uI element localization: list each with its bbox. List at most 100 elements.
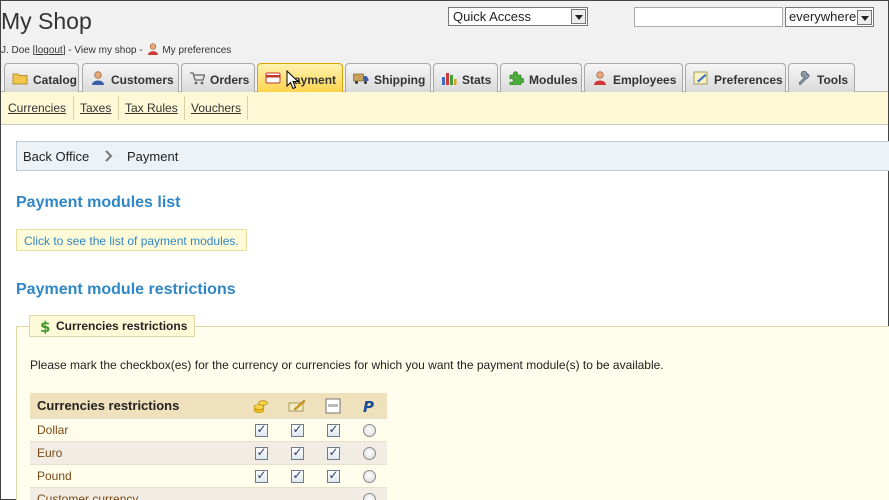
my-preferences-link[interactable]: My preferences: [162, 45, 231, 56]
currency-name: Pound: [30, 463, 243, 487]
tab-label: Shipping: [374, 73, 426, 87]
logout-link[interactable]: logout: [35, 45, 62, 56]
currencies-restrictions-table: Currencies restrictions P Dollar Euro Po…: [30, 393, 387, 500]
tab-label: Orders: [210, 73, 250, 87]
tab-label: Stats: [462, 73, 492, 87]
coins-icon: [253, 399, 268, 413]
tab-label: Tools: [817, 73, 849, 87]
tab-catalog[interactable]: Catalog: [4, 63, 79, 92]
breadcrumb-home[interactable]: Back Office: [23, 149, 89, 164]
customer-icon: [92, 71, 104, 85]
subtab-currencies[interactable]: Currencies: [8, 101, 66, 115]
currency-name: Euro: [30, 440, 243, 464]
checkbox[interactable]: [326, 422, 340, 437]
table-header-row: Currencies restrictions P: [30, 393, 387, 418]
checkbox[interactable]: [254, 468, 268, 483]
search-input[interactable]: [634, 7, 783, 27]
tab-label: Preferences: [714, 73, 783, 87]
puzzle-icon: [509, 71, 524, 85]
user-name: J. Doe [: [1, 45, 36, 56]
radio-button[interactable]: [362, 492, 376, 500]
checkbox[interactable]: [254, 445, 268, 460]
legend-label: Currencies restrictions: [56, 319, 188, 333]
search-scope-select[interactable]: everywhere: [785, 7, 874, 27]
chevron-right-icon: [105, 150, 113, 162]
wrench-icon: [798, 71, 810, 85]
checkbox[interactable]: [290, 468, 304, 483]
payment-modules-list-link[interactable]: Click to see the list of payment modules…: [16, 229, 247, 251]
truck-icon: [353, 73, 369, 84]
breadcrumb: Back Office Payment: [16, 141, 889, 171]
payment-module-restrictions-title: Payment module restrictions: [16, 281, 236, 298]
module-column-coins: [243, 393, 279, 418]
bankwire-icon: [325, 398, 341, 413]
module-column-check: [279, 393, 315, 418]
employee-icon: [594, 71, 606, 85]
check-payment-icon: [288, 399, 306, 411]
dollar-icon: $: [40, 319, 50, 334]
mouse-cursor-icon: [286, 70, 300, 90]
tab-label: Catalog: [33, 73, 78, 87]
breadcrumb-current: Payment: [127, 149, 179, 164]
tab-tools[interactable]: Tools: [788, 63, 855, 92]
checkbox[interactable]: [290, 422, 304, 437]
tab-stats[interactable]: Stats: [433, 63, 498, 92]
checkbox[interactable]: [290, 445, 304, 460]
subtab-divider: [118, 96, 119, 120]
header-bar: My Shop J. Doe [logout] - View my shop -…: [1, 1, 888, 63]
shop-title: My Shop: [1, 8, 92, 34]
subtab-divider: [247, 96, 248, 120]
table-row: Pound: [30, 463, 387, 487]
user-line: J. Doe [logout] - View my shop - My pref…: [1, 43, 231, 56]
subtab-vouchers[interactable]: Vouchers: [191, 101, 241, 115]
restrictions-instruction: Please mark the checkbox(es) for the cur…: [30, 358, 664, 372]
currency-name: Customer currency: [30, 486, 243, 500]
chevron-down-icon[interactable]: [857, 10, 872, 25]
chart-icon: [442, 73, 457, 85]
radio-button[interactable]: [362, 446, 376, 460]
sub-tabs: Currencies Taxes Tax Rules Vouchers: [1, 92, 888, 125]
payment-modules-list-title: Payment modules list: [16, 194, 181, 211]
search-scope-value: everywhere: [789, 9, 857, 24]
svg-text:P: P: [363, 398, 374, 414]
table-header-label: Currencies restrictions: [30, 393, 243, 418]
folder-icon: [12, 73, 28, 85]
quick-access-value: Quick Access: [453, 9, 532, 24]
subtab-taxes[interactable]: Taxes: [80, 101, 111, 115]
cart-icon: [190, 72, 205, 85]
currency-name: Dollar: [30, 417, 243, 441]
tab-employees[interactable]: Employees: [584, 63, 683, 92]
subtab-divider: [184, 96, 185, 120]
tab-payment[interactable]: Payment: [257, 63, 343, 93]
tab-orders[interactable]: Orders: [181, 63, 255, 92]
table-row: Customer currency: [30, 486, 387, 500]
view-shop-link[interactable]: ] - View my shop -: [63, 45, 146, 56]
tab-preferences[interactable]: Preferences: [685, 63, 786, 92]
user-preferences-icon: [148, 43, 159, 55]
subtab-tax-rules[interactable]: Tax Rules: [125, 101, 178, 115]
tab-shipping[interactable]: Shipping: [345, 63, 431, 92]
paypal-icon: P: [363, 398, 374, 414]
chevron-down-icon[interactable]: [571, 9, 586, 24]
quick-access-select[interactable]: Quick Access: [448, 7, 588, 26]
fieldset-legend: $ Currencies restrictions: [29, 315, 196, 337]
module-column-bankwire: [315, 393, 351, 418]
tab-customers[interactable]: Customers: [82, 63, 179, 92]
module-column-paypal: P: [351, 393, 387, 418]
checkbox[interactable]: [326, 445, 340, 460]
checkbox[interactable]: [254, 422, 268, 437]
radio-button[interactable]: [362, 469, 376, 483]
checkbox[interactable]: [326, 468, 340, 483]
tab-label: Modules: [529, 73, 578, 87]
tab-modules[interactable]: Modules: [500, 63, 582, 92]
radio-button[interactable]: [362, 423, 376, 437]
main-tabs: Catalog Customers Orders Payment Shippin…: [1, 63, 888, 93]
tab-label: Employees: [613, 73, 677, 87]
subtab-divider: [73, 96, 74, 120]
table-row: Euro: [30, 440, 387, 464]
preferences-icon: [693, 71, 708, 85]
svg-text:$: $: [40, 319, 50, 334]
tab-label: Customers: [111, 73, 174, 87]
payment-icon: [265, 72, 281, 84]
table-row: Dollar: [30, 417, 387, 441]
